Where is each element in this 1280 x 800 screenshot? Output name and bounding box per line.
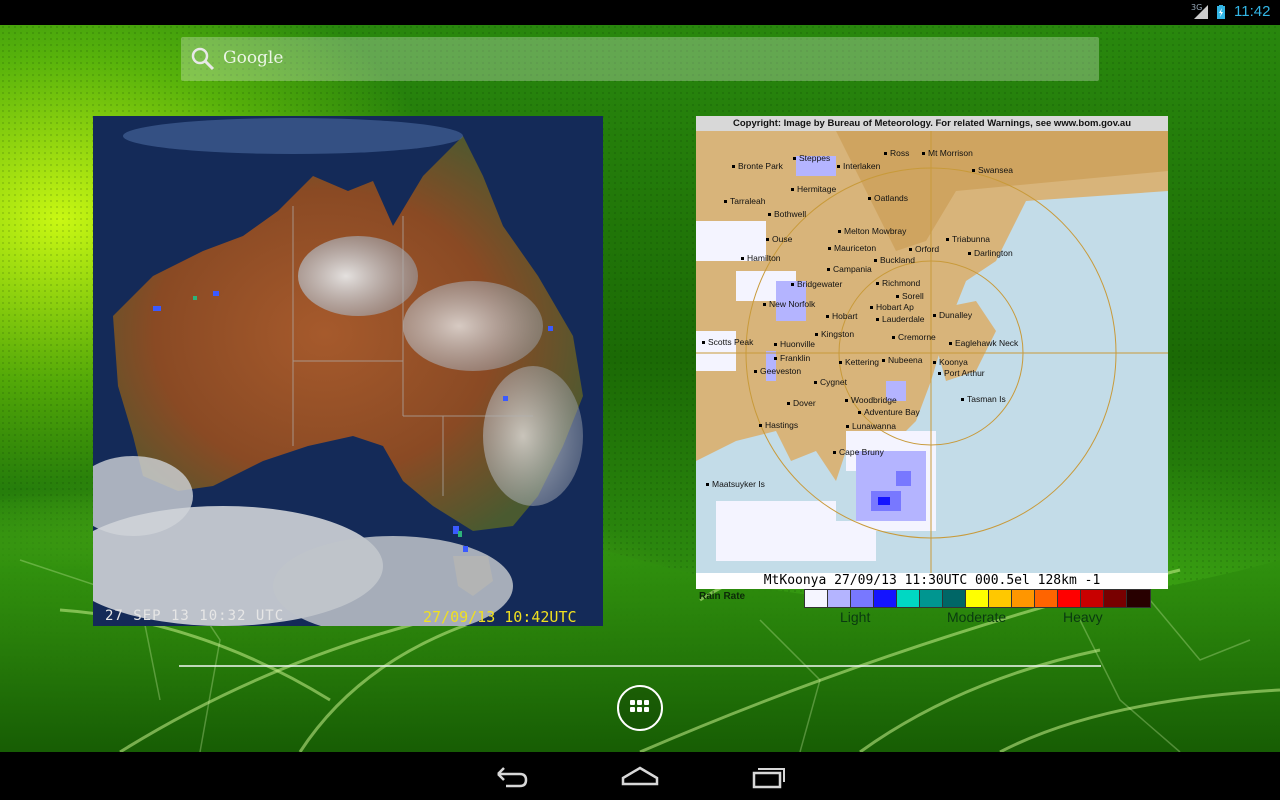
signal-icon: [1194, 5, 1208, 19]
radar-place-label: Melton Mowbray: [838, 226, 906, 236]
radar-place-label: Bothwell: [768, 209, 806, 219]
radar-place-label: Kingston: [815, 329, 854, 339]
scale-cell: [1058, 590, 1081, 607]
scale-cell: [805, 590, 828, 607]
radar-place-label: Kettering: [839, 357, 879, 367]
radar-place-label: Ross: [884, 148, 909, 158]
rain-rate-label: Rain Rate: [699, 591, 746, 602]
radar-map: Ross Mt Morrison Steppes Bronte Park Interla…: [696, 131, 1168, 588]
radar-copyright: Copyright: Image by Bureau of Meteorolog…: [696, 116, 1168, 131]
radar-place-label: Richmond: [876, 278, 920, 288]
radar-caption: MtKoonya 27/09/13 11:30UTC 000.5el 128km…: [696, 573, 1168, 589]
radar-place-label: Tasman Is: [961, 394, 1006, 404]
radar-place-label: Adventure Bay: [858, 407, 920, 417]
satellite-right-timestamp: 27/09/13 10:42UTC: [423, 608, 577, 626]
radar-terrain: [696, 131, 1168, 588]
apps-grid-icon-dot: [637, 700, 642, 705]
status-clock: 11:42: [1234, 3, 1271, 20]
rain-rate-scale: [804, 589, 1151, 608]
scale-cell: [1127, 590, 1150, 607]
radar-place-label: Ouse: [766, 234, 792, 244]
radar-place-label: Nubeena: [882, 355, 923, 365]
radar-place-label: Buckland: [874, 255, 915, 265]
radar-place-label: Hermitage: [791, 184, 836, 194]
radar-place-label: Interlaken: [837, 161, 880, 171]
radar-place-label: Koonya: [933, 357, 968, 367]
radar-place-label: Oatlands: [868, 193, 908, 203]
scale-cell: [897, 590, 920, 607]
radar-place-label: Huonville: [774, 339, 815, 349]
scale-cell: [851, 590, 874, 607]
radar-place-label: Eaglehawk Neck: [949, 338, 1018, 348]
radar-place-label: Franklin: [774, 353, 810, 363]
apps-grid-icon-dot: [644, 707, 649, 712]
scale-cell: [1104, 590, 1127, 607]
radar-place-label: Cape Bruny: [833, 447, 884, 457]
search-label: Google: [223, 48, 284, 68]
scale-label-heavy: Heavy: [1063, 609, 1103, 625]
radar-place-label: Bronte Park: [732, 161, 783, 171]
scale-cell: [966, 590, 989, 607]
battery-charging-icon: [1217, 5, 1225, 19]
back-icon[interactable]: [492, 760, 532, 792]
radar-widget[interactable]: Copyright: Image by Bureau of Meteorolog…: [696, 116, 1168, 628]
search-icon: [191, 47, 215, 71]
radar-place-label: New Norfolk: [763, 299, 815, 309]
status-bar: 3G 11:42: [0, 0, 1280, 25]
radar-place-label: Hobart Ap: [870, 302, 914, 312]
scale-cell: [1035, 590, 1058, 607]
radar-place-label: Cygnet: [814, 377, 847, 387]
radar-place-label: Orford: [909, 244, 939, 254]
radar-place-label: Lauderdale: [876, 314, 925, 324]
radar-place-label: Lunawanna: [846, 421, 896, 431]
radar-place-label: Tarraleah: [724, 196, 765, 206]
radar-place-label: Darlington: [968, 248, 1013, 258]
radar-place-label: Mt Morrison: [922, 148, 973, 158]
apps-grid-icon: [630, 700, 635, 705]
scale-cell: [874, 590, 897, 607]
radar-place-label: Cremorne: [892, 332, 936, 342]
radar-place-label: Hastings: [759, 420, 798, 430]
scale-cell: [943, 590, 966, 607]
radar-place-label: Swansea: [972, 165, 1013, 175]
satellite-left-timestamp: 27 SEP 13 10:32 UTC: [105, 608, 285, 624]
radar-place-label: Mauriceton: [828, 243, 876, 253]
scale-cell: [828, 590, 851, 607]
radar-place-label: Campania: [827, 264, 872, 274]
app-drawer-button[interactable]: [617, 685, 663, 731]
scale-cell: [1081, 590, 1104, 607]
radar-place-label: Port Arthur: [938, 368, 985, 378]
scale-label-light: Light: [840, 609, 871, 625]
radar-place-label: Steppes: [793, 153, 830, 163]
radar-place-label: Geeveston: [754, 366, 801, 376]
scale-cell: [1012, 590, 1035, 607]
dock-divider: [179, 665, 1101, 667]
radar-place-label: Bridgewater: [791, 279, 842, 289]
radar-place-label: Sorell: [896, 291, 924, 301]
google-search-bar[interactable]: Google: [181, 37, 1099, 81]
apps-grid-icon-dot: [637, 707, 642, 712]
satellite-image: [93, 116, 603, 626]
scale-cell: [989, 590, 1012, 607]
apps-grid-icon-dot: [630, 707, 635, 712]
radar-place-label: Hamilton: [741, 253, 781, 263]
radar-place-label: Maatsuyker Is: [706, 479, 765, 489]
radar-place-label: Hobart: [826, 311, 858, 321]
radar-place-label: Triabunna: [946, 234, 990, 244]
radar-place-label: Dunalley: [933, 310, 972, 320]
apps-grid-icon-dot: [644, 700, 649, 705]
scale-label-moderate: Moderate: [947, 609, 1007, 625]
recents-icon[interactable]: [750, 760, 790, 792]
radar-place-label: Dover: [787, 398, 816, 408]
navigation-bar: [0, 752, 1280, 800]
radar-place-label: Woodbridge: [845, 395, 897, 405]
home-icon[interactable]: [620, 760, 660, 792]
satellite-image-widget[interactable]: 27 SEP 13 10:32 UTC 27/09/13 10:42UTC: [93, 116, 603, 626]
scale-cell: [920, 590, 943, 607]
radar-place-label: Scotts Peak: [702, 337, 753, 347]
